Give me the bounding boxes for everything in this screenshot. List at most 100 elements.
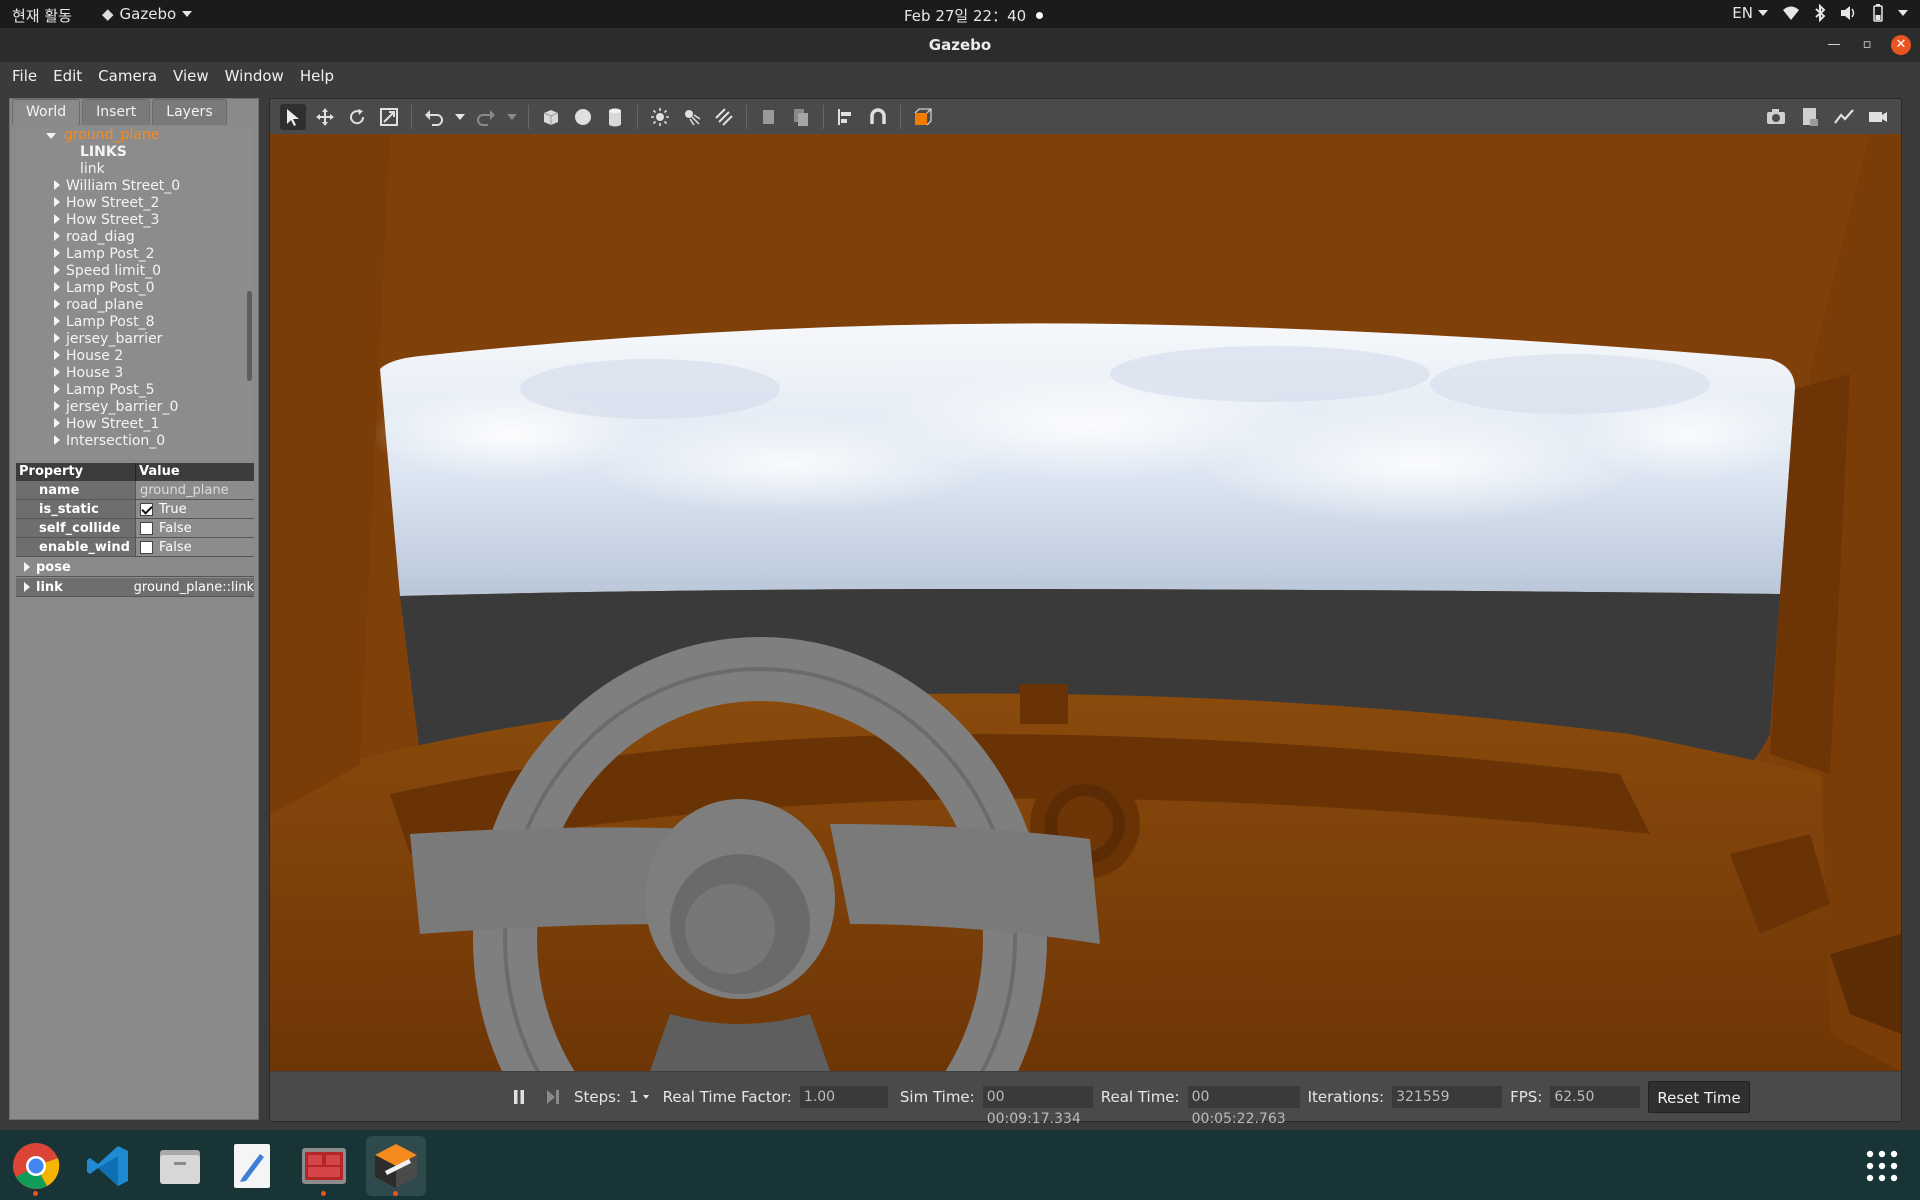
expand-right-icon[interactable]: [54, 401, 60, 411]
redo-button[interactable]: [473, 104, 499, 130]
expand-down-icon[interactable]: [46, 133, 56, 139]
tree-item[interactable]: Intersection_0: [16, 433, 252, 450]
expand-right-icon[interactable]: [54, 282, 60, 292]
menu-file[interactable]: File: [4, 62, 45, 90]
undo-button[interactable]: [421, 104, 447, 130]
3d-scene[interactable]: [270, 134, 1901, 1071]
steps-spinbox[interactable]: 1: [629, 1088, 649, 1106]
expand-right-icon[interactable]: [54, 316, 60, 326]
screenshot-button[interactable]: [1763, 104, 1789, 130]
expand-right-icon[interactable]: [54, 197, 60, 207]
sim-time-field[interactable]: 00 00:09:17.334: [982, 1085, 1093, 1127]
expand-right-icon[interactable]: [54, 435, 60, 445]
close-button[interactable]: ✕: [1891, 35, 1911, 55]
tree-item[interactable]: Speed limit_0: [16, 263, 252, 280]
sphere-shape-button[interactable]: [570, 104, 596, 130]
app-menu[interactable]: ◆ Gazebo: [102, 5, 193, 23]
box-shape-button[interactable]: [538, 104, 564, 130]
expand-right-icon[interactable]: [54, 248, 60, 258]
menu-view[interactable]: View: [165, 62, 217, 90]
self-collide-checkbox[interactable]: [140, 521, 153, 535]
align-button[interactable]: [833, 104, 859, 130]
dock-vscode[interactable]: [78, 1136, 138, 1196]
copy-button[interactable]: [756, 104, 782, 130]
tree-item[interactable]: Lamp Post_5: [16, 382, 252, 399]
dock-terminal[interactable]: [294, 1136, 354, 1196]
spot-light-button[interactable]: [679, 104, 705, 130]
clock[interactable]: Feb 27일 22：40: [904, 5, 1044, 26]
pause-button[interactable]: [506, 1084, 532, 1110]
tree-item[interactable]: How Street_2: [16, 195, 252, 212]
tree-item[interactable]: William Street_0: [16, 178, 252, 195]
log-button[interactable]: [1797, 104, 1823, 130]
dock-gazebo[interactable]: [366, 1136, 426, 1196]
property-group-link[interactable]: link ground_plane::link: [16, 578, 254, 597]
snap-button[interactable]: [865, 104, 891, 130]
select-mode-button[interactable]: [280, 103, 306, 130]
dock-app-grid[interactable]: [1852, 1136, 1912, 1196]
translate-mode-button[interactable]: [312, 104, 338, 130]
enable-wind-checkbox[interactable]: [140, 540, 153, 554]
fps-field[interactable]: 62.50: [1550, 1085, 1641, 1108]
view-angle-button[interactable]: [910, 104, 936, 130]
dock-chrome[interactable]: [6, 1136, 66, 1196]
tree-item[interactable]: How Street_3: [16, 212, 252, 229]
tree-item[interactable]: jersey_barrier_0: [16, 399, 252, 416]
iterations-field[interactable]: 321559: [1392, 1085, 1503, 1108]
record-video-button[interactable]: [1865, 104, 1891, 130]
expand-right-icon[interactable]: [54, 350, 60, 360]
tab-layers[interactable]: Layers: [152, 99, 227, 125]
expand-right-icon[interactable]: [24, 582, 30, 592]
system-tray[interactable]: EN: [1732, 4, 1908, 22]
is-static-checkbox[interactable]: [140, 502, 153, 516]
scale-mode-button[interactable]: [376, 104, 402, 130]
tree-item[interactable]: jersey_barrier: [16, 331, 252, 348]
expand-right-icon[interactable]: [54, 265, 60, 275]
menu-help[interactable]: Help: [292, 62, 342, 90]
tree-scrollbar[interactable]: [247, 291, 252, 381]
plot-button[interactable]: [1831, 104, 1857, 130]
directional-light-button[interactable]: [711, 104, 737, 130]
menu-window[interactable]: Window: [217, 62, 292, 90]
tree-item[interactable]: road_plane: [16, 297, 252, 314]
rotate-mode-button[interactable]: [344, 104, 370, 130]
expand-right-icon[interactable]: [54, 333, 60, 343]
restore-button[interactable]: ▫: [1857, 35, 1877, 55]
step-button[interactable]: [540, 1084, 566, 1110]
tree-item[interactable]: House 2: [16, 348, 252, 365]
expand-right-icon[interactable]: [24, 562, 30, 572]
tab-insert[interactable]: Insert: [82, 99, 151, 125]
tree-item-link[interactable]: link: [16, 161, 252, 178]
world-tree[interactable]: ground_plane LINKS link William Street_0…: [16, 127, 252, 459]
expand-right-icon[interactable]: [54, 214, 60, 224]
expand-right-icon[interactable]: [54, 180, 60, 190]
paste-button[interactable]: [788, 104, 814, 130]
menu-camera[interactable]: Camera: [90, 62, 165, 90]
expand-right-icon[interactable]: [54, 384, 60, 394]
3d-viewport[interactable]: Steps: 1 Real Time Factor: 1.00 Sim Time…: [269, 98, 1902, 1127]
expand-right-icon[interactable]: [54, 299, 60, 309]
cylinder-shape-button[interactable]: [602, 104, 628, 130]
real-time-factor-field[interactable]: 1.00: [799, 1085, 888, 1108]
tree-item[interactable]: Lamp Post_2: [16, 246, 252, 263]
expand-right-icon[interactable]: [54, 231, 60, 241]
redo-dropdown[interactable]: [505, 104, 519, 130]
activities-button[interactable]: 현재 활동: [12, 5, 72, 26]
dock-files[interactable]: [150, 1136, 210, 1196]
tree-item[interactable]: Lamp Post_8: [16, 314, 252, 331]
dock-text-editor[interactable]: [222, 1136, 282, 1196]
real-time-field[interactable]: 00 00:05:22.763: [1187, 1085, 1300, 1127]
expand-right-icon[interactable]: [54, 418, 60, 428]
reset-time-button[interactable]: Reset Time: [1648, 1080, 1750, 1113]
tree-item[interactable]: House 3: [16, 365, 252, 382]
undo-dropdown[interactable]: [453, 104, 467, 130]
property-group-pose[interactable]: pose: [16, 558, 254, 577]
point-light-button[interactable]: [647, 104, 673, 130]
menu-edit[interactable]: Edit: [45, 62, 90, 90]
minimize-button[interactable]: —: [1824, 35, 1844, 55]
tree-item[interactable]: road_diag: [16, 229, 252, 246]
tree-item[interactable]: How Street_1: [16, 416, 252, 433]
tree-item[interactable]: Lamp Post_0: [16, 280, 252, 297]
tree-item-selected[interactable]: ground_plane: [16, 127, 252, 144]
tab-world[interactable]: World: [12, 99, 81, 125]
